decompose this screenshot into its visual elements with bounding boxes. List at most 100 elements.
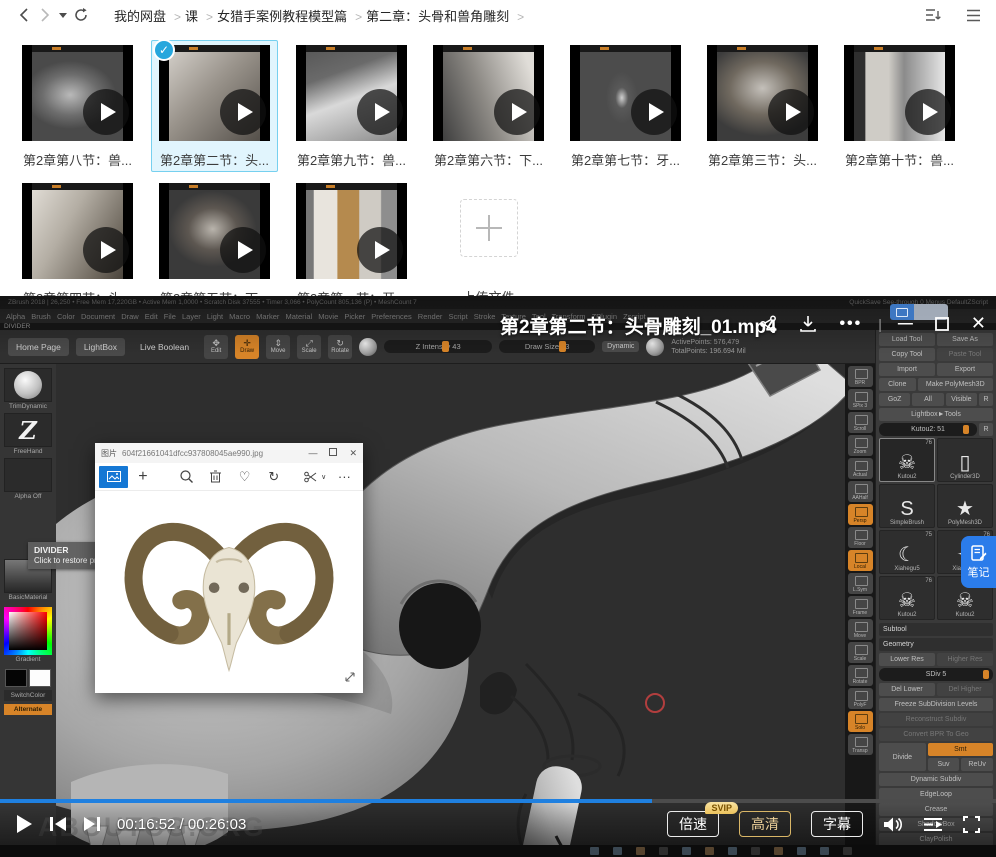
breadcrumb-item[interactable]: 课 (185, 6, 213, 25)
rotate-icon[interactable]: ↻ (259, 466, 288, 488)
plus-icon (476, 215, 502, 241)
video-thumbnail[interactable]: ✓ (159, 45, 270, 141)
alternate-button: Alternate (4, 704, 52, 715)
upload-file-tile[interactable]: 上传文件 (425, 178, 552, 310)
color-picker (4, 607, 52, 655)
switch-color-button: SwitchColor (4, 690, 52, 701)
lightbox-tools-button: Lightbox►Tools (879, 408, 993, 421)
shelf-tool-icon: Scroll (848, 412, 873, 433)
file-card[interactable]: ✓ 第2章第四节：头... (14, 178, 141, 310)
zbrush-mode-button: ⤢Scale (297, 335, 321, 359)
breadcrumb-item[interactable]: 我的网盘 (114, 6, 181, 25)
geometry-section-button: Dynamic Subdiv (879, 773, 993, 786)
photos-maximize-icon[interactable] (329, 448, 337, 458)
popout-icon[interactable] (935, 317, 949, 331)
breadcrumb-item[interactable]: 女猎手案例教程模型篇 (217, 6, 362, 25)
crop-edit-icon[interactable]: ∨ (301, 466, 330, 488)
file-card[interactable]: ✓ 第2章第十节：兽... (836, 40, 963, 172)
file-card[interactable]: ✓ 第2章第六节：下... (425, 40, 552, 172)
brush-label: TrimDynamic (9, 403, 47, 410)
video-thumbnail[interactable]: ✓ (433, 45, 544, 141)
video-thumbnail[interactable]: ✓ (22, 183, 133, 279)
player-controls-bar: 00:16:52 / 00:26:03 倍速 SVIP 高清 字幕 (0, 803, 996, 845)
delete-icon[interactable] (201, 466, 230, 488)
next-button[interactable] (83, 816, 101, 832)
file-card[interactable]: ✓ 第2章第九节：兽... (288, 40, 415, 172)
subtitle-button[interactable]: 字幕 (811, 811, 863, 837)
quality-button[interactable]: 高清 (739, 811, 791, 837)
file-name: 第2章第二节：头... (160, 150, 269, 169)
back-icon[interactable] (12, 4, 34, 26)
notes-fab-button[interactable]: 笔记 (961, 536, 996, 588)
video-thumbnail[interactable]: ✓ (296, 183, 407, 279)
more-options-icon[interactable]: ··· (330, 466, 359, 488)
shelf-tool-icon: SPix 3 (848, 389, 873, 410)
sort-icon[interactable] (922, 4, 944, 26)
sdiv-slider: SDiv 5 (879, 668, 993, 681)
view-mode-icon[interactable] (962, 4, 984, 26)
previous-button[interactable] (49, 816, 67, 832)
higher-res-button: Higher Res (937, 653, 993, 666)
geometry-header: Geometry (879, 638, 993, 651)
photos-toolbar: + ♡ ↻ ∨ ··· (95, 463, 363, 491)
export-button: Export (937, 363, 993, 376)
minimize-icon[interactable]: — (898, 315, 913, 332)
file-card[interactable]: ✓ 第2章第二节：头... (151, 40, 278, 172)
video-thumbnail[interactable]: ✓ (159, 183, 270, 279)
refresh-icon[interactable] (70, 4, 92, 26)
video-taskbar-strip (0, 845, 996, 857)
download-icon[interactable] (799, 315, 817, 333)
photos-minimize-icon[interactable]: — (308, 448, 317, 458)
draw-size-slider: Draw Size 23 (499, 340, 595, 353)
shelf-tool-icon: Rotate (848, 665, 873, 686)
photos-title-bar[interactable]: 图片 604f21661041dfcc937808045ae990.jpg — … (95, 443, 363, 463)
volume-icon[interactable] (883, 816, 903, 833)
video-player[interactable]: ZBrush 2018 | 26,250 • Free Mem 17,220GB… (0, 296, 996, 857)
resize-handle-icon[interactable] (345, 669, 355, 687)
tool-slider: Kutou2: 51 (879, 423, 977, 436)
video-title: 第2章第二节：头骨雕刻_01.mp4 (500, 312, 777, 339)
playlist-icon[interactable] (923, 817, 943, 832)
file-card[interactable]: ✓ 第2章第五节：下... (151, 178, 278, 310)
playback-speed-button[interactable]: 倍速 SVIP (667, 811, 719, 837)
stroke-label: FreeHand (14, 448, 43, 455)
photos-app-window[interactable]: 图片 604f21661041dfcc937808045ae990.jpg — … (95, 443, 363, 693)
paste-tool-button: Paste Tool (937, 348, 993, 361)
zbrush-right-shelf: BPRSPix 3ScrollZoomActualAAHalfPerspFloo… (845, 364, 875, 845)
zbrush-stroke-icon (646, 338, 664, 356)
color-swatches (5, 669, 51, 687)
file-card[interactable]: ✓ 第2章第一节：开... (288, 178, 415, 310)
shelf-tool-icon: Transp (848, 734, 873, 755)
play-icon (357, 89, 403, 135)
play-button[interactable] (16, 814, 33, 834)
video-thumbnail[interactable]: ✓ (570, 45, 681, 141)
file-card[interactable]: ✓ 第2章第三节：头... (699, 40, 826, 172)
file-card[interactable]: ✓ 第2章第八节：兽... (14, 40, 141, 172)
photos-close-icon[interactable]: ✕ (349, 448, 357, 459)
divider: | (878, 316, 882, 332)
all-button: All (912, 393, 943, 406)
image-view-icon[interactable] (99, 466, 128, 488)
history-dropdown-icon[interactable] (56, 4, 70, 26)
file-card[interactable]: ✓ 第2章第七节：牙... (562, 40, 689, 172)
close-icon[interactable]: ✕ (971, 313, 986, 334)
forward-icon[interactable] (34, 4, 56, 26)
add-icon[interactable]: + (128, 466, 157, 488)
play-icon (220, 227, 266, 273)
time-display: 00:16:52 / 00:26:03 (117, 816, 246, 833)
fullscreen-icon[interactable] (963, 816, 980, 833)
play-icon (631, 89, 677, 135)
share-icon[interactable] (759, 315, 777, 333)
upload-dropzone[interactable] (460, 199, 518, 257)
material-label: BasicMaterial (8, 594, 47, 601)
video-thumbnail[interactable]: ✓ (22, 45, 133, 141)
breadcrumb-item[interactable]: 第二章：头骨和兽角雕刻 (366, 6, 524, 25)
video-thumbnail[interactable]: ✓ (844, 45, 955, 141)
more-actions-icon[interactable]: ••• (839, 315, 862, 333)
video-thumbnail[interactable]: ✓ (296, 45, 407, 141)
play-icon (905, 89, 951, 135)
zoom-icon[interactable] (172, 466, 201, 488)
photos-app-name: 图片 (101, 448, 117, 459)
favorite-icon[interactable]: ♡ (230, 466, 259, 488)
video-thumbnail[interactable]: ✓ (707, 45, 818, 141)
